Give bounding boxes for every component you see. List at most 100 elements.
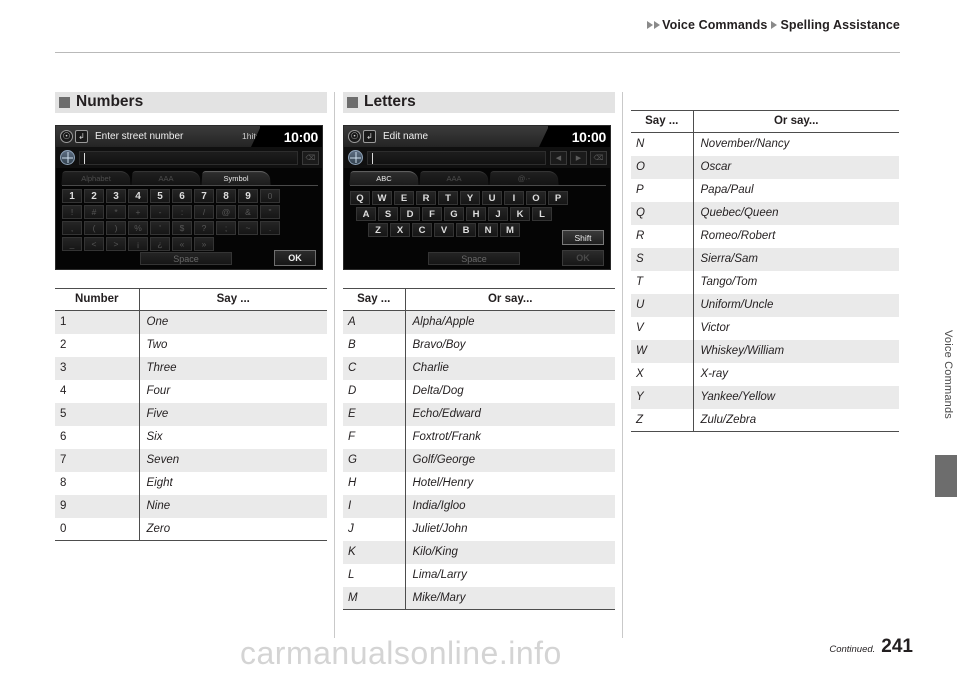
- key-2[interactable]: 2: [84, 189, 104, 203]
- key-~[interactable]: ~: [238, 221, 258, 235]
- nav-keyboard-tabs: Alphabet AAA Symbol: [61, 171, 318, 186]
- key-T[interactable]: T: [438, 191, 458, 205]
- key-Q[interactable]: Q: [350, 191, 370, 205]
- cell-key: S: [631, 247, 694, 271]
- cursor-left-icon[interactable]: ◀: [550, 150, 567, 165]
- key-4[interactable]: 4: [128, 189, 148, 203]
- delete-key[interactable]: ⌫: [590, 150, 607, 165]
- key-$[interactable]: $: [172, 221, 192, 235]
- nav-screen-letters[interactable]: ☉ ↲ Edit name 10:00 ◀ ▶ ⌫ ABC AAA @·- QW…: [343, 125, 611, 270]
- key-R[interactable]: R: [416, 191, 436, 205]
- key-A[interactable]: A: [356, 207, 376, 221]
- key-([interactable]: (: [84, 221, 104, 235]
- tab-accents[interactable]: AAA: [419, 171, 489, 186]
- key-<[interactable]: <: [84, 237, 104, 251]
- nav-input-row: ⌫: [56, 147, 322, 168]
- key-5[interactable]: 5: [150, 189, 170, 203]
- key-8[interactable]: 8: [216, 189, 236, 203]
- nav-text-field[interactable]: [367, 150, 546, 165]
- key-.[interactable]: .: [260, 221, 280, 235]
- cell-value: Juliet/John: [412, 523, 468, 535]
- key-Z[interactable]: Z: [368, 223, 388, 237]
- key-%[interactable]: %: [128, 221, 148, 235]
- key-+[interactable]: +: [128, 205, 148, 219]
- nav-screen-numbers[interactable]: ☉ ↲ Enter street number 1hits 10:00 ⌫ Al…: [55, 125, 323, 270]
- key-6[interactable]: 6: [172, 189, 192, 203]
- key-X[interactable]: X: [390, 223, 410, 237]
- key-3[interactable]: 3: [106, 189, 126, 203]
- section-header-letters: Letters: [343, 92, 615, 113]
- ok-button[interactable]: OK: [274, 250, 316, 266]
- key-?[interactable]: ?: [194, 221, 214, 235]
- key-P[interactable]: P: [548, 191, 568, 205]
- key-V[interactable]: V: [434, 223, 454, 237]
- key-'[interactable]: ': [150, 221, 170, 235]
- key-,[interactable]: ,: [62, 221, 82, 235]
- globe-icon[interactable]: [348, 150, 363, 165]
- key-L[interactable]: L: [532, 207, 552, 221]
- key-:[interactable]: :: [172, 205, 192, 219]
- cursor-right-icon[interactable]: ▶: [570, 150, 587, 165]
- key-G[interactable]: G: [444, 207, 464, 221]
- cell-value: Charlie: [405, 356, 615, 380]
- sidebar-section-label: Voice Commands: [942, 330, 954, 420]
- key-0[interactable]: 0: [260, 189, 280, 203]
- key-C[interactable]: C: [412, 223, 432, 237]
- key-D[interactable]: D: [400, 207, 420, 221]
- key-F[interactable]: F: [422, 207, 442, 221]
- key-W[interactable]: W: [372, 191, 392, 205]
- key-#[interactable]: #: [84, 205, 104, 219]
- shift-key[interactable]: Shift: [562, 230, 604, 245]
- key-)[interactable]: ): [106, 221, 126, 235]
- nav-text-field[interactable]: [79, 150, 298, 165]
- table-row: I India/Igloo: [343, 494, 615, 518]
- key-«[interactable]: «: [172, 237, 192, 251]
- column-letters-continued: Say ... Or say... N November/Nancy O Oscar P…: [631, 92, 899, 432]
- key--[interactable]: -: [150, 205, 170, 219]
- key-S[interactable]: S: [378, 207, 398, 221]
- ok-button[interactable]: OK: [562, 250, 604, 266]
- key-Y[interactable]: Y: [460, 191, 480, 205]
- key-U[interactable]: U: [482, 191, 502, 205]
- space-key[interactable]: Space: [140, 252, 232, 265]
- key-E[interactable]: E: [394, 191, 414, 205]
- key-¡[interactable]: ¡: [128, 237, 148, 251]
- key-B[interactable]: B: [456, 223, 476, 237]
- key-9[interactable]: 9: [238, 189, 258, 203]
- key-N[interactable]: N: [478, 223, 498, 237]
- key-M[interactable]: M: [500, 223, 520, 237]
- key-J[interactable]: J: [488, 207, 508, 221]
- back-arrow-icon[interactable]: ↲: [75, 130, 88, 143]
- key-;[interactable]: ;: [216, 221, 236, 235]
- key-H[interactable]: H: [466, 207, 486, 221]
- key-»[interactable]: »: [194, 237, 214, 251]
- tab-symbol[interactable]: @·-: [489, 171, 559, 186]
- key-_[interactable]: _: [62, 237, 82, 251]
- globe-icon[interactable]: [60, 150, 75, 165]
- tab-symbol[interactable]: Symbol: [201, 171, 271, 186]
- delete-key[interactable]: ⌫: [302, 150, 319, 165]
- info-circle-icon[interactable]: ☉: [348, 130, 361, 143]
- key-/[interactable]: /: [194, 205, 214, 219]
- tab-accents[interactable]: AAA: [131, 171, 201, 186]
- key-*[interactable]: *: [106, 205, 126, 219]
- space-key[interactable]: Space: [428, 252, 520, 265]
- key-O[interactable]: O: [526, 191, 546, 205]
- tab-alphabet[interactable]: Alphabet: [61, 171, 131, 186]
- cell-key: 0: [55, 517, 140, 541]
- key-I[interactable]: I: [504, 191, 524, 205]
- table-row: 9 Nine: [55, 494, 327, 518]
- key-"[interactable]: ": [260, 205, 280, 219]
- key-K[interactable]: K: [510, 207, 530, 221]
- tab-abc[interactable]: ABC: [349, 171, 419, 186]
- key-@[interactable]: @: [216, 205, 236, 219]
- column-numbers: Numbers ☉ ↲ Enter street number 1hits 10…: [55, 92, 327, 541]
- info-circle-icon[interactable]: ☉: [60, 130, 73, 143]
- key->[interactable]: >: [106, 237, 126, 251]
- key-1[interactable]: 1: [62, 189, 82, 203]
- key-![interactable]: !: [62, 205, 82, 219]
- back-arrow-icon[interactable]: ↲: [363, 130, 376, 143]
- key-¿[interactable]: ¿: [150, 237, 170, 251]
- key-7[interactable]: 7: [194, 189, 214, 203]
- key-&[interactable]: &: [238, 205, 258, 219]
